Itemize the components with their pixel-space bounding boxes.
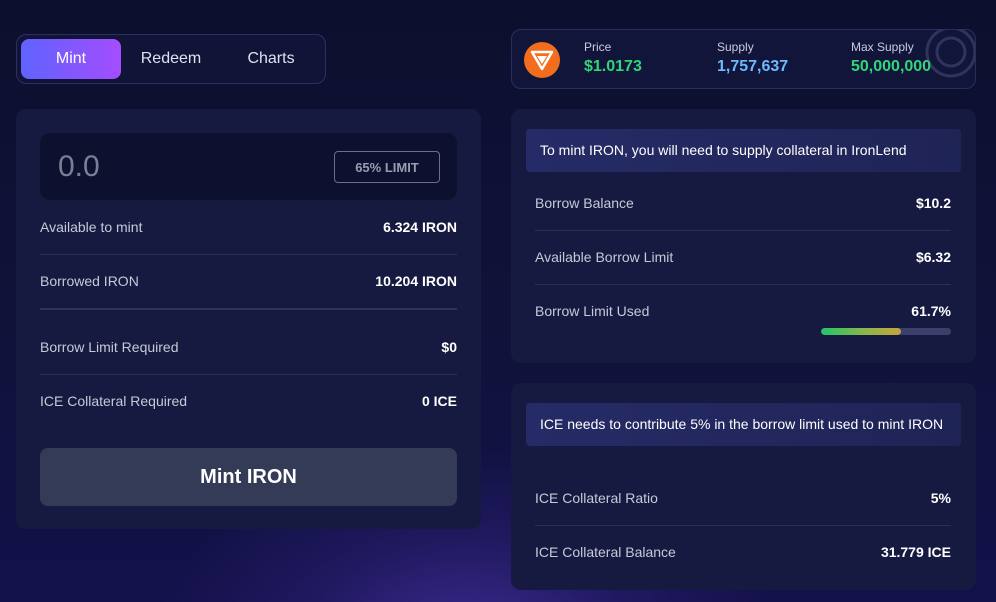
borrowed-iron-row: Borrowed IRON 10.204 IRON: [40, 254, 457, 308]
mint-redeem-tabs: Mint Redeem Charts: [16, 34, 326, 84]
max-supply-label: Max Supply: [851, 40, 914, 54]
row-label: Available Borrow Limit: [535, 249, 674, 265]
borrow-balance-row: Borrow Balance $10.2: [535, 176, 951, 230]
tab-redeem[interactable]: Redeem: [121, 39, 221, 79]
max-supply-value: 50,000,000: [851, 58, 932, 75]
row-value: 5%: [930, 490, 951, 506]
row-value: 61.7%: [911, 303, 951, 319]
ice-info-card: ICE needs to contribute 5% in the borrow…: [511, 383, 976, 590]
price-stat: Price $1.0173: [584, 40, 642, 76]
borrow-info-card: To mint IRON, you will need to supply co…: [511, 109, 976, 363]
row-value: 31.779 ICE: [880, 544, 951, 560]
row-label: ICE Collateral Required: [40, 393, 188, 409]
row-value: $0: [441, 339, 457, 355]
row-value: 10.204 IRON: [375, 273, 457, 289]
row-label: Borrow Limit Required: [40, 339, 179, 355]
row-label: ICE Collateral Ratio: [535, 490, 658, 506]
row-label: Borrowed IRON: [40, 273, 139, 289]
row-label: Available to mint: [40, 219, 143, 235]
section-divider: [40, 308, 457, 310]
row-value: $6.32: [915, 249, 951, 265]
row-label: ICE Collateral Balance: [535, 544, 676, 560]
mint-amount-box[interactable]: 0.0 65% LIMIT: [40, 133, 457, 200]
row-label: Borrow Balance: [535, 195, 634, 211]
price-label: Price: [584, 40, 612, 54]
supply-stat: Supply 1,757,637: [717, 40, 788, 76]
row-label: Borrow Limit Used: [535, 303, 650, 319]
borrow-limit-required-row: Borrow Limit Required $0: [40, 320, 457, 374]
available-to-mint-row: Available to mint 6.324 IRON: [40, 200, 457, 254]
watermark-icon: [925, 30, 975, 78]
ice-collateral-required-row: ICE Collateral Required 0 ICE: [40, 374, 457, 428]
mint-iron-button[interactable]: Mint IRON: [40, 448, 457, 506]
collateral-notice: To mint IRON, you will need to supply co…: [526, 129, 961, 172]
row-value: 6.324 IRON: [383, 219, 457, 235]
supply-value: 1,757,637: [717, 58, 789, 75]
supply-label: Supply: [717, 40, 754, 54]
price-value: $1.0173: [584, 58, 642, 75]
iron-logo-icon: [524, 42, 560, 78]
ice-collateral-ratio-row: ICE Collateral Ratio 5%: [535, 471, 951, 525]
mint-amount-input[interactable]: 0.0: [58, 150, 100, 184]
mint-card: 0.0 65% LIMIT Available to mint 6.324 IR…: [16, 109, 481, 529]
available-borrow-limit-row: Available Borrow Limit $6.32: [535, 230, 951, 284]
row-value: 0 ICE: [421, 393, 457, 409]
token-stats-bar: Price $1.0173 Supply 1,757,637 Max Suppl…: [511, 29, 976, 89]
limit-button[interactable]: 65% LIMIT: [334, 151, 440, 183]
max-supply-stat: Max Supply 50,000,000: [851, 40, 931, 76]
ice-collateral-balance-row: ICE Collateral Balance 31.779 ICE: [535, 525, 951, 579]
tab-charts[interactable]: Charts: [221, 39, 321, 79]
borrow-limit-progress-bar: [821, 328, 951, 335]
ice-notice: ICE needs to contribute 5% in the borrow…: [526, 403, 961, 446]
tab-mint[interactable]: Mint: [21, 39, 121, 79]
borrow-limit-progress-fill: [821, 328, 902, 335]
row-value: $10.2: [915, 195, 951, 211]
